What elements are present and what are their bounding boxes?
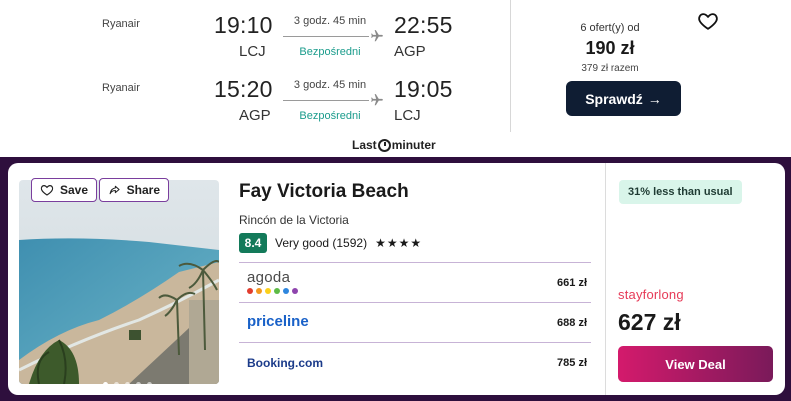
flight-leg-outbound: Ryanair 19:10 LCJ 3 godz. 45 min Bezpośr… — [0, 6, 510, 70]
column-divider — [605, 163, 606, 395]
beach-photo-image — [19, 180, 219, 384]
share-arrow-icon — [109, 185, 120, 195]
agoda-dot — [292, 288, 298, 294]
carousel-dot[interactable] — [125, 382, 130, 384]
route-line — [283, 100, 369, 101]
departure-airport: AGP — [239, 107, 271, 124]
view-deal-button[interactable]: View Deal — [618, 346, 773, 382]
rating-text: Very good (1592) — [275, 236, 368, 250]
save-hotel-button[interactable]: Save — [31, 178, 97, 202]
flight-leg-return: Ryanair 15:20 AGP 3 godz. 45 min Bezpośr… — [0, 70, 510, 134]
departure-time: 15:20 — [214, 76, 273, 102]
flight-result-card: Ryanair 19:10 LCJ 3 godz. 45 min Bezpośr… — [0, 0, 791, 157]
agoda-logo: agoda — [247, 269, 298, 294]
carousel-dot[interactable] — [114, 382, 119, 384]
provider-price: 661 zł — [557, 277, 587, 289]
lastminuter-logo: Last minuter — [352, 138, 436, 152]
hotel-photo[interactable] — [19, 180, 219, 384]
check-flight-button[interactable]: Sprawdź → — [566, 81, 681, 116]
arrival-time: 19:05 — [394, 76, 453, 102]
save-label: Save — [59, 183, 88, 197]
arrival-airport: AGP — [394, 43, 426, 60]
hotel-location: Rincón de la Victoria — [239, 213, 349, 227]
agoda-dot — [265, 288, 271, 294]
provider-row-booking[interactable]: Booking.com 785 zł — [239, 342, 591, 382]
flight-duration: 3 godz. 45 min — [293, 15, 367, 27]
hotel-rating: 8.4 Very good (1592) ★★★★ — [239, 233, 422, 253]
route-line — [283, 36, 369, 37]
offers-count: 6 ofert(y) od — [580, 22, 640, 34]
agoda-dot — [247, 288, 253, 294]
flight-duration: 3 godz. 45 min — [293, 79, 367, 91]
priceline-logo: priceline — [247, 313, 309, 330]
provider-row-agoda[interactable]: agoda 661 zł — [239, 262, 591, 302]
best-price: 627 zł — [618, 309, 681, 335]
carousel-dot[interactable] — [136, 382, 141, 384]
share-hotel-button[interactable]: Share — [99, 178, 169, 202]
airline-name: Ryanair — [102, 18, 140, 30]
hotel-name[interactable]: Fay Victoria Beach — [239, 181, 409, 203]
rating-score-badge: 8.4 — [239, 233, 267, 253]
share-label: Share — [126, 183, 160, 197]
carousel-dot[interactable] — [103, 382, 108, 384]
flight-price: 190 zł — [585, 38, 635, 58]
provider-price: 688 zł — [557, 317, 587, 329]
heart-outline-icon — [40, 185, 54, 196]
column-divider — [510, 0, 511, 132]
plane-icon — [371, 94, 383, 106]
hotel-section: Save Share Fay Victoria Beach Rincón de … — [0, 157, 791, 401]
provider-row-priceline[interactable]: priceline 688 zł — [239, 302, 591, 342]
booking-logo: Booking.com — [247, 356, 324, 370]
agoda-dot — [283, 288, 289, 294]
plane-icon — [371, 30, 383, 42]
agoda-dot — [256, 288, 262, 294]
provider-price-list: agoda 661 zł priceline 688 zł Booking.co… — [239, 262, 591, 382]
arrival-time: 22:55 — [394, 12, 453, 38]
agoda-dots — [247, 288, 298, 294]
flight-total-price: 379 zł razem — [581, 63, 639, 74]
stops-label: Bezpośredni — [299, 46, 361, 58]
arrow-right-icon: → — [647, 90, 662, 107]
stayforlong-logo: stayforlong — [618, 287, 684, 302]
star-rating-icon: ★★★★ — [375, 236, 423, 250]
clock-icon — [377, 138, 391, 152]
carousel-dot[interactable] — [147, 382, 152, 384]
departure-airport: LCJ — [239, 43, 266, 60]
departure-time: 19:10 — [214, 12, 273, 38]
stops-label: Bezpośredni — [299, 110, 361, 122]
airline-name: Ryanair — [102, 82, 140, 94]
arrival-airport: LCJ — [394, 107, 421, 124]
deal-badge: 31% less than usual — [619, 180, 742, 204]
agoda-dot — [274, 288, 280, 294]
photo-carousel-dots[interactable] — [103, 382, 152, 384]
check-button-label: Sprawdź — [585, 90, 643, 107]
provider-price: 785 zł — [557, 357, 587, 369]
hotel-result-card: Save Share Fay Victoria Beach Rincón de … — [8, 163, 785, 395]
heart-outline-icon[interactable] — [697, 10, 719, 32]
